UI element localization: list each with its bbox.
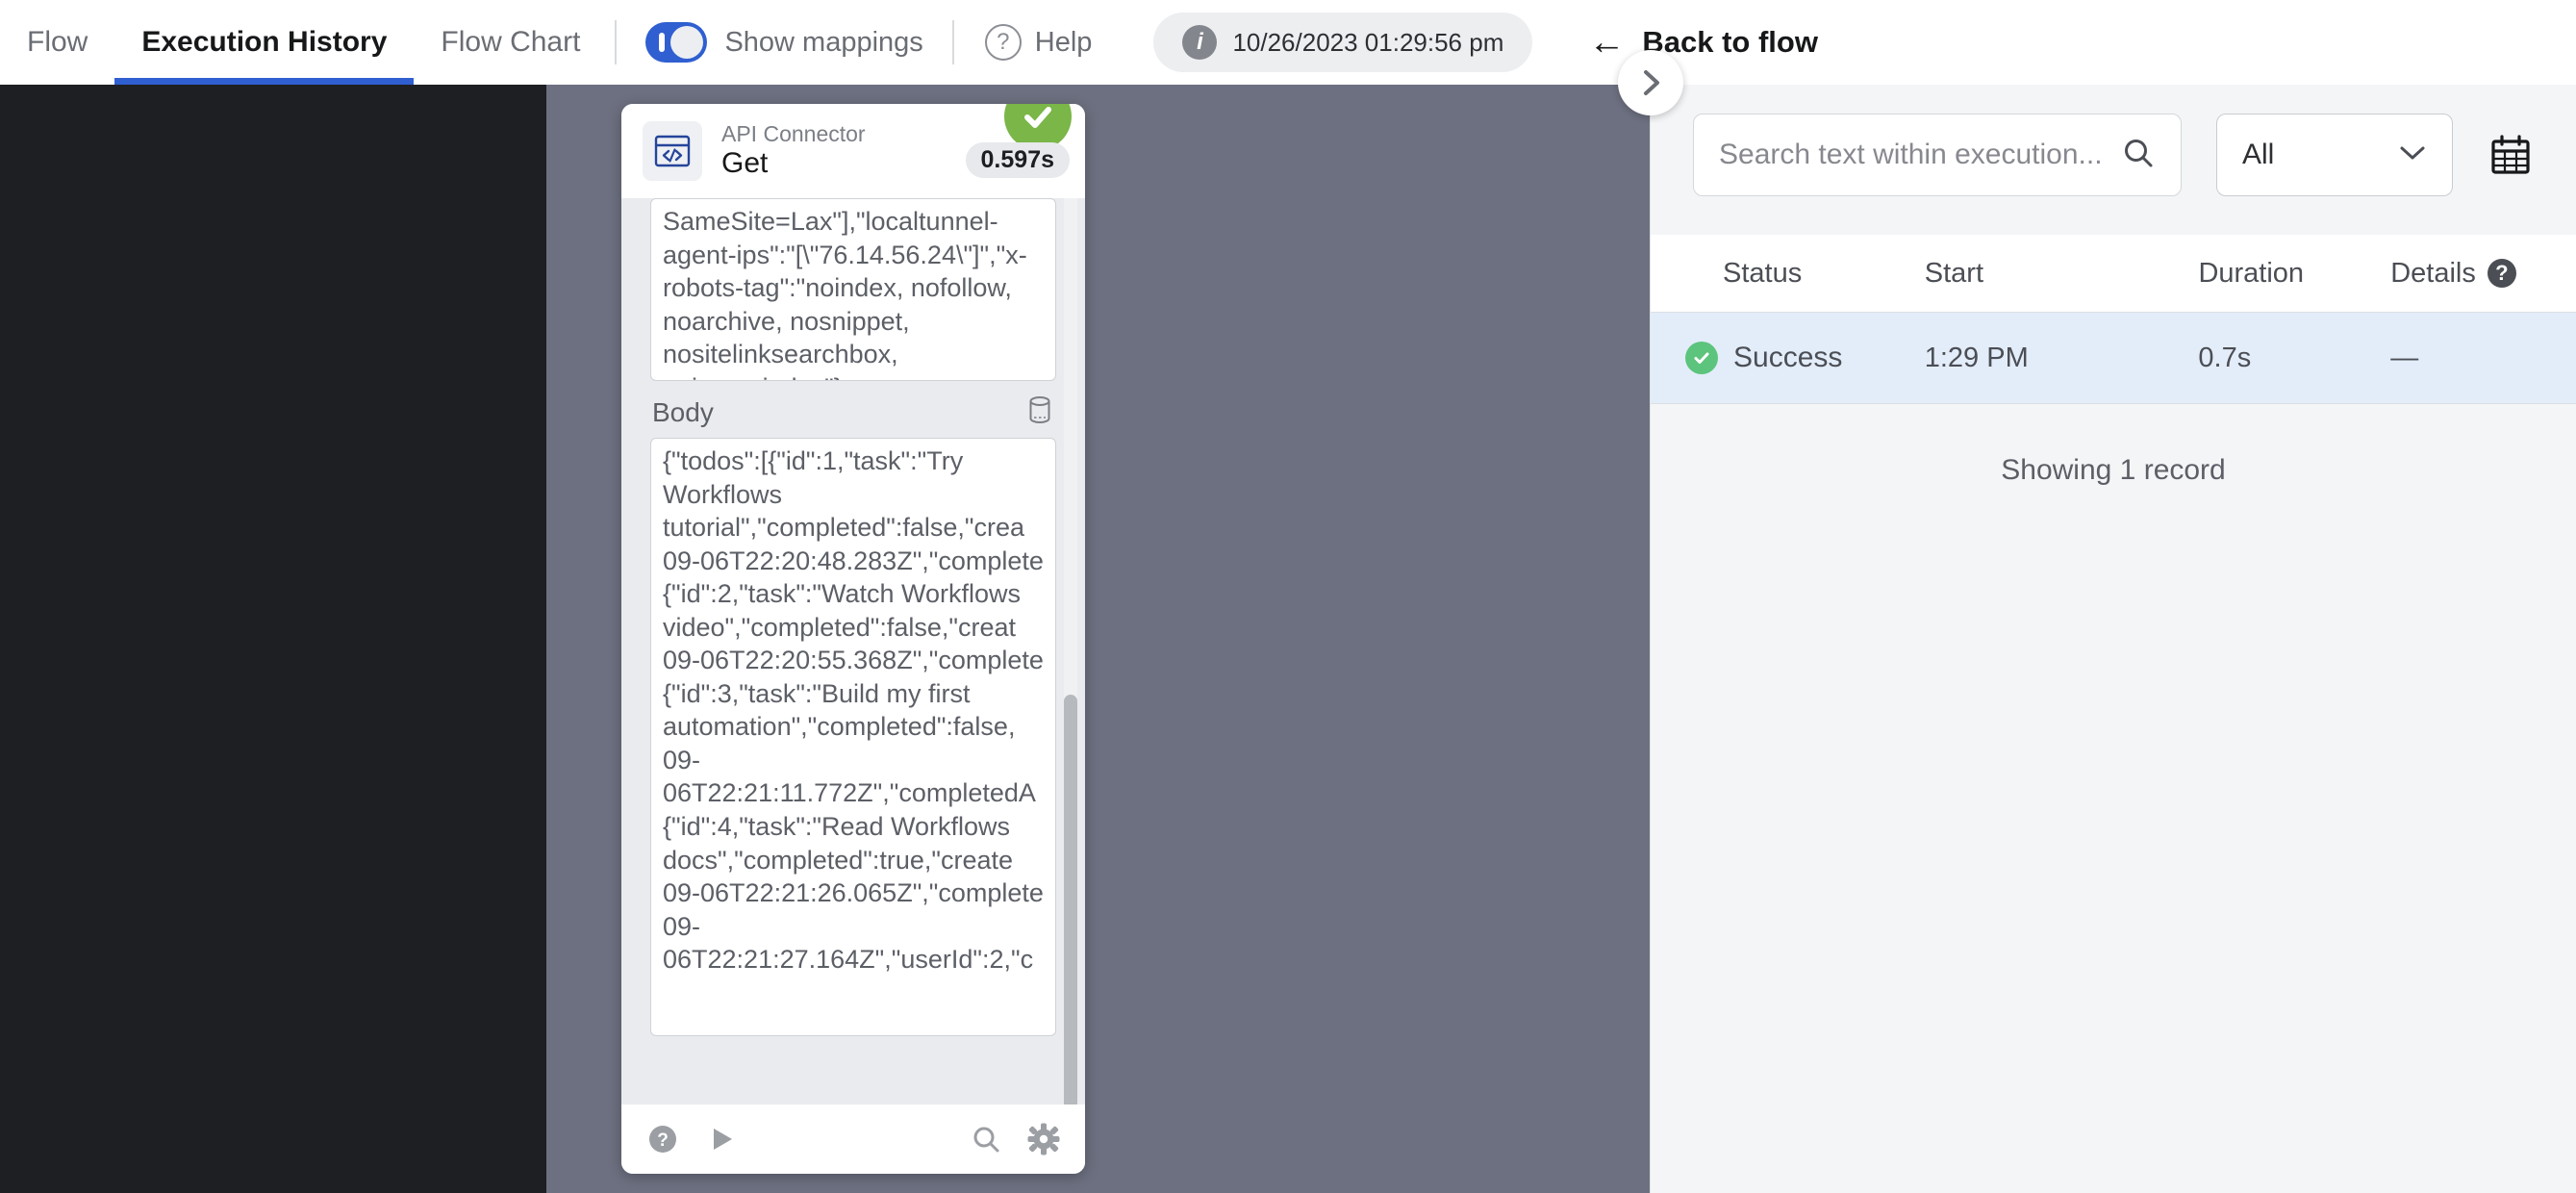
row-status-cell: Success: [1651, 342, 1925, 374]
calendar-icon[interactable]: [2488, 132, 2534, 178]
column-header-start[interactable]: Start: [1925, 258, 2199, 290]
status-filter-value: All: [2242, 139, 2274, 171]
card-body-scrollbar[interactable]: [1064, 198, 1077, 1104]
question-circle-icon: ?: [985, 24, 1022, 61]
tab-execution-history[interactable]: Execution History: [114, 0, 414, 85]
show-mappings-toggle[interactable]: Show mappings: [624, 22, 944, 63]
panel-controls: All: [1651, 81, 2576, 196]
tab-execution-history-label: Execution History: [141, 26, 387, 59]
row-status-label: Success: [1733, 342, 1842, 374]
search-execution-field[interactable]: [1693, 114, 2182, 196]
toolbar-divider-2: [952, 20, 954, 64]
canvas-dark-region: [0, 85, 546, 1193]
back-to-flow-label: Back to flow: [1642, 25, 1818, 60]
search-input[interactable]: [1719, 139, 2121, 171]
help-label: Help: [1035, 27, 1093, 59]
database-icon[interactable]: [1025, 394, 1054, 430]
card-body-scrollbar-thumb[interactable]: [1064, 695, 1077, 1104]
node-duration-badge: 0.597s: [966, 142, 1070, 178]
panel-collapse-chevron-right-icon[interactable]: [1618, 50, 1683, 115]
body-field-label: Body: [652, 397, 714, 428]
tab-flow-chart-label: Flow Chart: [441, 26, 580, 59]
row-details-cell: —: [2390, 343, 2576, 374]
node-help-icon[interactable]: ?: [646, 1123, 679, 1155]
body-field[interactable]: {"todos":[{"id":1,"task":"Try Workflows …: [650, 438, 1056, 1036]
table-header-row: Status Start Duration Details ?: [1651, 235, 2576, 312]
column-header-details[interactable]: Details ?: [2390, 258, 2576, 290]
execution-history-table: Status Start Duration Details ? Success …: [1651, 235, 2576, 487]
row-duration-cell: 0.7s: [2198, 343, 2390, 374]
details-help-icon[interactable]: ?: [2488, 259, 2516, 288]
toggle-switch-icon[interactable]: [645, 22, 707, 63]
search-icon[interactable]: [2121, 136, 2156, 175]
record-count-label: Showing 1 record: [1651, 454, 2576, 487]
execution-timestamp-chip[interactable]: i 10/26/2023 01:29:56 pm: [1153, 13, 1532, 72]
api-connector-icon: [643, 121, 702, 181]
arrow-left-icon: ←: [1588, 24, 1625, 61]
svg-text:?: ?: [657, 1130, 669, 1151]
body-field-label-row: Body: [652, 394, 1054, 430]
top-toolbar: Flow Execution History Flow Chart Show m…: [0, 0, 2576, 85]
column-header-details-label: Details: [2390, 258, 2476, 290]
row-start-cell: 1:29 PM: [1925, 343, 2199, 374]
info-icon: i: [1182, 25, 1217, 60]
chevron-down-icon[interactable]: [2398, 143, 2427, 167]
status-filter-select[interactable]: All: [2216, 114, 2453, 196]
node-run-icon[interactable]: [704, 1123, 737, 1155]
toolbar-divider-1: [615, 20, 617, 64]
node-footer-left-actions: ?: [646, 1123, 737, 1155]
execution-timestamp: 10/26/2023 01:29:56 pm: [1232, 28, 1503, 58]
headers-field[interactable]: SameSite=Lax"],"localtunnel-agent-ips":"…: [650, 198, 1056, 381]
node-title-group: API Connector Get: [721, 121, 866, 181]
column-header-status[interactable]: Status: [1651, 258, 1925, 290]
node-footer-right-actions: [970, 1123, 1060, 1155]
node-connector-type: API Connector: [721, 121, 866, 146]
table-row[interactable]: Success 1:29 PM 0.7s —: [1651, 312, 2576, 404]
help-button[interactable]: ? Help: [962, 24, 1116, 61]
node-settings-gear-icon[interactable]: [1027, 1123, 1060, 1155]
column-header-duration[interactable]: Duration: [2198, 258, 2390, 290]
node-name: Get: [721, 146, 866, 181]
tab-flow-chart[interactable]: Flow Chart: [414, 0, 607, 85]
show-mappings-label: Show mappings: [724, 27, 922, 59]
status-success-icon: [1685, 342, 1718, 374]
node-card-footer: ?: [621, 1104, 1085, 1174]
node-card-body: SameSite=Lax"],"localtunnel-agent-ips":"…: [621, 198, 1085, 1104]
node-card[interactable]: API Connector Get 0.597s SameSite=Lax"],…: [621, 104, 1085, 1174]
execution-history-panel: Execution History Clear data: [1650, 0, 2576, 1193]
back-to-flow-button[interactable]: ← Back to flow: [1588, 24, 1818, 61]
node-card-header: API Connector Get 0.597s: [621, 104, 1085, 198]
tab-flow[interactable]: Flow: [0, 0, 114, 85]
tab-flow-label: Flow: [27, 26, 88, 59]
node-search-icon[interactable]: [970, 1123, 1002, 1155]
